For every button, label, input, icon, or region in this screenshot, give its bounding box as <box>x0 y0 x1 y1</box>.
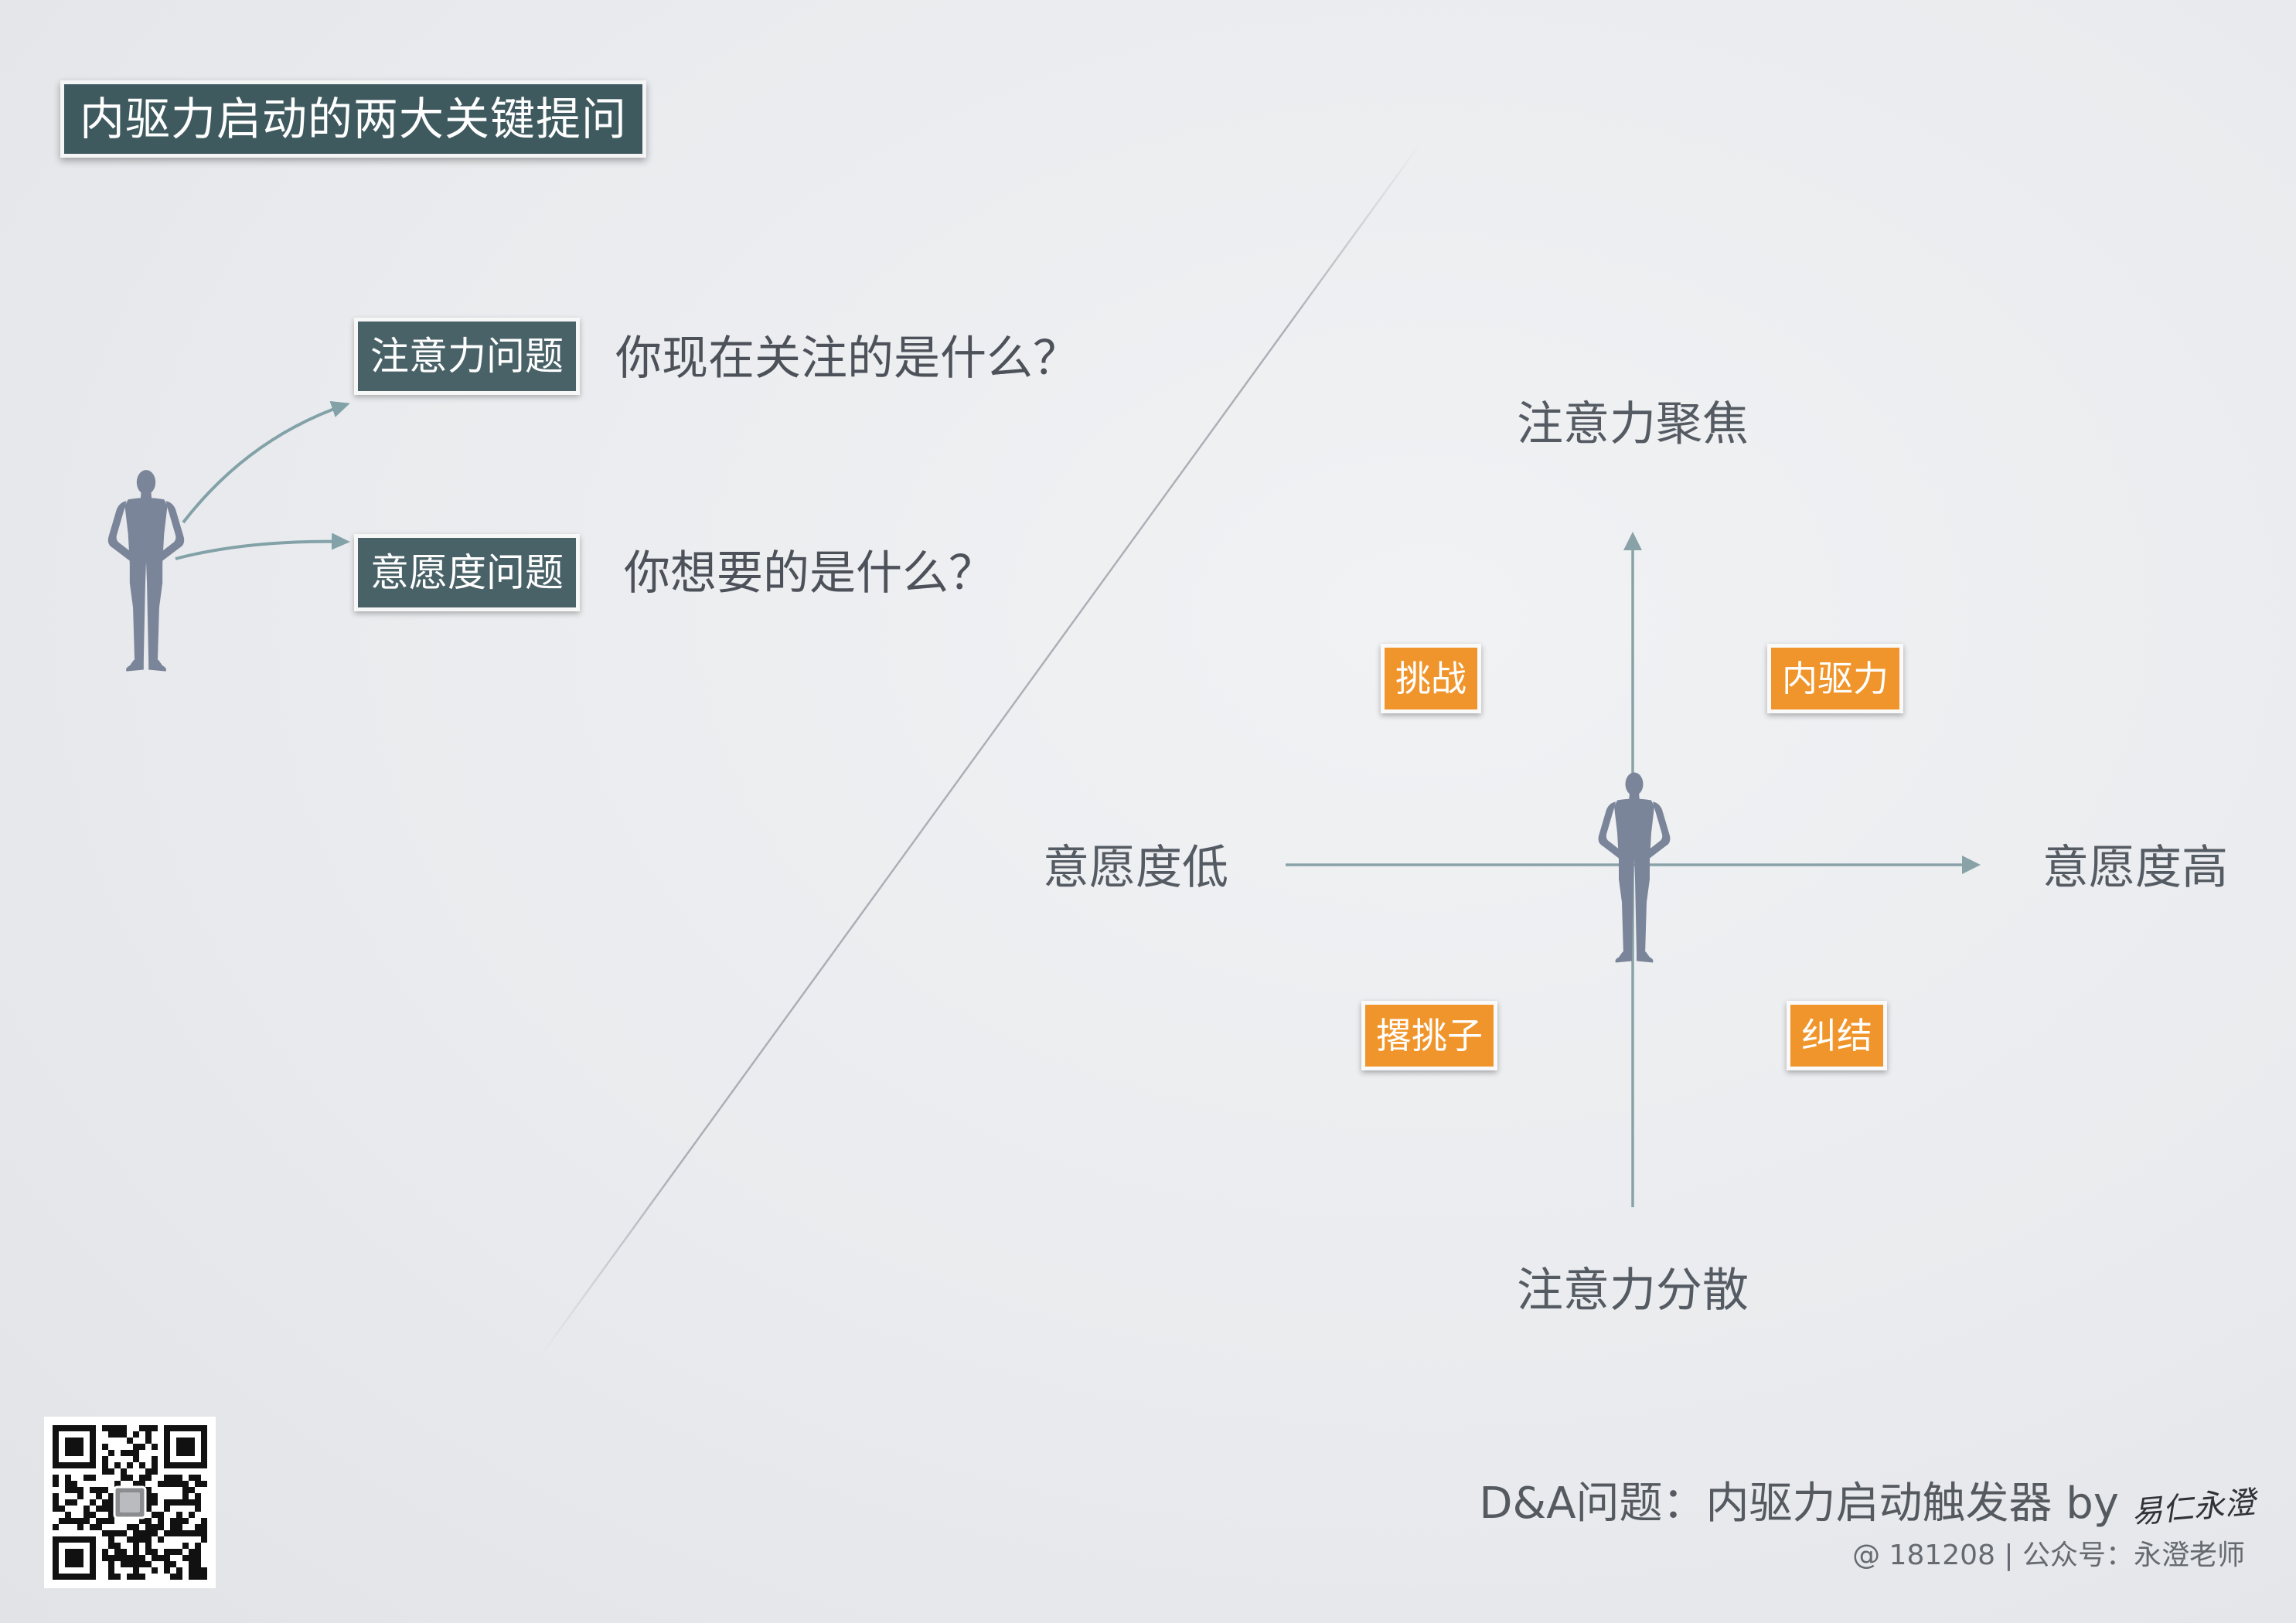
willingness-question-tag: 意愿度问题 <box>354 534 580 611</box>
quadrant-top-left: 挑战 <box>1381 644 1481 713</box>
footer-credit: D&A问题：内驱力启动触发器 by 易仁永澄 <box>1479 1468 2257 1531</box>
axis-label-bottom: 注意力分散 <box>1517 1264 1749 1318</box>
arrow-to-attention <box>182 401 350 524</box>
qr-code-graphic <box>53 1425 207 1580</box>
page-title: 内驱力启动的两大关键提问 <box>60 80 647 158</box>
willingness-question-text: 你想要的是什么？ <box>624 546 995 601</box>
slide: 内驱力启动的两大关键提问 注意力问题 你现在关注的是什么？ 意愿度问题 你想要的… <box>0 0 2296 1623</box>
axis-label-left: 意愿度低 <box>1043 841 1228 895</box>
quadrant-top-right: 内驱力 <box>1767 644 1903 713</box>
attention-question-text: 你现在关注的是什么？ <box>615 332 1079 386</box>
attention-question-tag: 注意力问题 <box>354 318 580 395</box>
person-silhouette-icon <box>1598 772 1671 963</box>
footer-title: D&A问题：内驱力启动触发器 by <box>1479 1478 2119 1529</box>
footer-meta: @ 181208 | 公众号：永澄老师 <box>1852 1540 2245 1571</box>
qr-logo-inner <box>120 1492 140 1512</box>
axis-label-top: 注意力聚焦 <box>1517 397 1749 451</box>
author-signature: 易仁永澄 <box>2130 1485 2257 1531</box>
person-silhouette-icon <box>107 470 185 672</box>
qr-code-icon <box>44 1417 216 1588</box>
axis-label-right: 意愿度高 <box>2042 841 2228 895</box>
quadrant-bottom-right: 纠结 <box>1787 1001 1887 1070</box>
quadrant-bottom-left: 撂挑子 <box>1361 1001 1497 1070</box>
drawing-layer <box>107 143 1981 1355</box>
arrow-to-willingness <box>175 532 350 560</box>
